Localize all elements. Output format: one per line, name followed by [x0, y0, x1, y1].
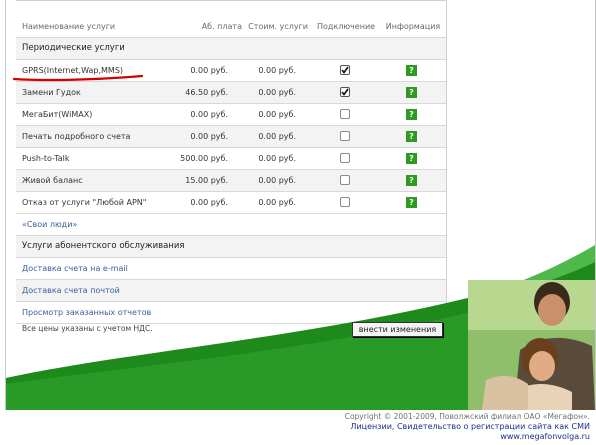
content-frame: Наименование услуги Аб. плата Стоим. усл…: [5, 0, 596, 410]
apply-changes-button[interactable]: внести изменения: [352, 322, 443, 337]
footer-site-link[interactable]: www.megafonvolga.ru: [500, 432, 590, 441]
vat-note: Все цены указаны с учетом НДС.: [22, 324, 153, 333]
people-photo: [468, 280, 595, 410]
footer-license-link[interactable]: Лицензии, Свидетельство о регистрации са…: [350, 422, 590, 431]
footer-copyright: Copyright © 2001-2009, Поволжский филиал…: [344, 412, 590, 421]
